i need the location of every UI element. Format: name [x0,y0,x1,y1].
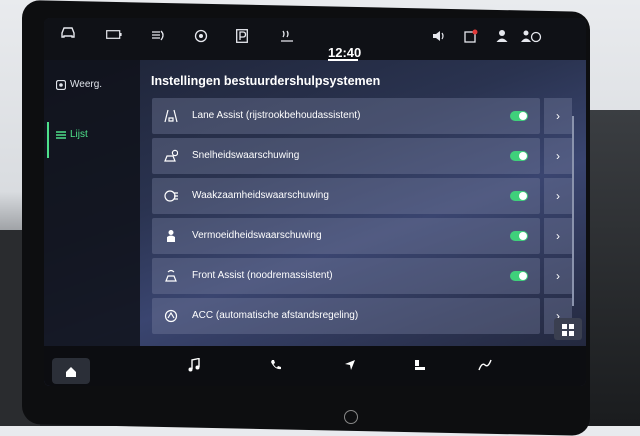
connectivity-icon[interactable] [520,29,542,43]
list-item[interactable]: ACC (automatische afstandsregeling) [152,298,540,334]
chevron-right-icon[interactable]: › [544,138,572,174]
acc-icon [164,309,178,323]
car-settings-icon[interactable] [414,358,426,376]
page-title: Instellingen bestuurdershulpsystemen [151,74,381,88]
front-assist-icon [164,269,178,283]
list-item[interactable]: Lane Assist (rijstrookbehoudassistent) [152,98,540,134]
tire-icon[interactable] [194,29,208,43]
navigation-icon[interactable] [344,358,356,376]
connectivity-icon[interactable] [478,358,492,376]
apps-grid-icon [562,323,574,341]
apps-grid-button[interactable] [554,318,582,340]
list-item[interactable]: Snelheidswaarschuwing [152,138,540,174]
speed-warning-icon [164,149,179,163]
chevron-right-icon[interactable]: › [544,258,572,294]
sidebar-item-label: Weerg. [70,79,103,90]
sidebar-item-lijst[interactable]: Lijst [44,116,140,158]
attention-warning-icon [164,189,178,203]
volume-icon[interactable] [432,30,446,42]
list-item-label: Snelheidswaarschuwing [192,150,300,161]
list-item[interactable]: Waakzaamheidswaarschuwing [152,178,540,214]
chevron-right-icon[interactable]: › [544,98,572,134]
list-item-label: ACC (automatische afstandsregeling) [192,310,359,321]
fatigue-warning-icon [164,229,178,243]
toggle-switch[interactable] [510,231,528,241]
list-item[interactable]: Vermoeidheidswaarschuwing [152,218,540,254]
sidebar-item-weerg[interactable]: Weerg. [44,66,140,106]
music-icon[interactable] [188,357,200,377]
power-button[interactable] [344,410,358,424]
infotainment-screen: 12:40 Weerg. Lijst Instellingen bestuurd… [44,18,586,386]
lane-assist-icon [164,109,178,123]
toggle-switch[interactable] [510,271,528,281]
dashboard-right [590,110,640,426]
battery-icon[interactable] [106,30,122,39]
display-icon [55,79,67,93]
home-button[interactable] [52,358,90,384]
list-icon [56,130,66,143]
home-icon [65,365,77,383]
chevron-right-icon[interactable]: › [544,178,572,214]
list-item-label: Waakzaamheidswaarschuwing [192,190,329,201]
list-item-label: Vermoeidheidswaarschuwing [192,230,322,241]
status-bar: 12:40 [44,18,586,61]
parking-icon[interactable] [236,29,248,43]
list-item-label: Front Assist (noodremassistent) [192,270,333,281]
list-item-label: Lane Assist (rijstrookbehoudassistent) [192,110,361,121]
phone-icon[interactable] [270,358,282,376]
sidebar-item-label: Lijst [70,129,88,140]
notification-icon[interactable] [464,29,478,43]
bottom-bar [44,346,586,386]
car-icon[interactable] [60,26,76,38]
lights-icon[interactable] [150,30,166,42]
scrollbar[interactable] [572,116,574,306]
chevron-right-icon[interactable]: › [544,218,572,254]
clock: 12:40 [328,45,362,60]
toggle-switch[interactable] [510,111,528,121]
list-item[interactable]: Front Assist (noodremassistent) [152,258,540,294]
sidebar: Weerg. Lijst [44,60,140,360]
climate-icon[interactable] [280,29,294,43]
user-icon[interactable] [496,29,508,43]
toggle-switch[interactable] [510,191,528,201]
toggle-switch[interactable] [510,151,528,161]
clock-indicator [328,59,358,61]
